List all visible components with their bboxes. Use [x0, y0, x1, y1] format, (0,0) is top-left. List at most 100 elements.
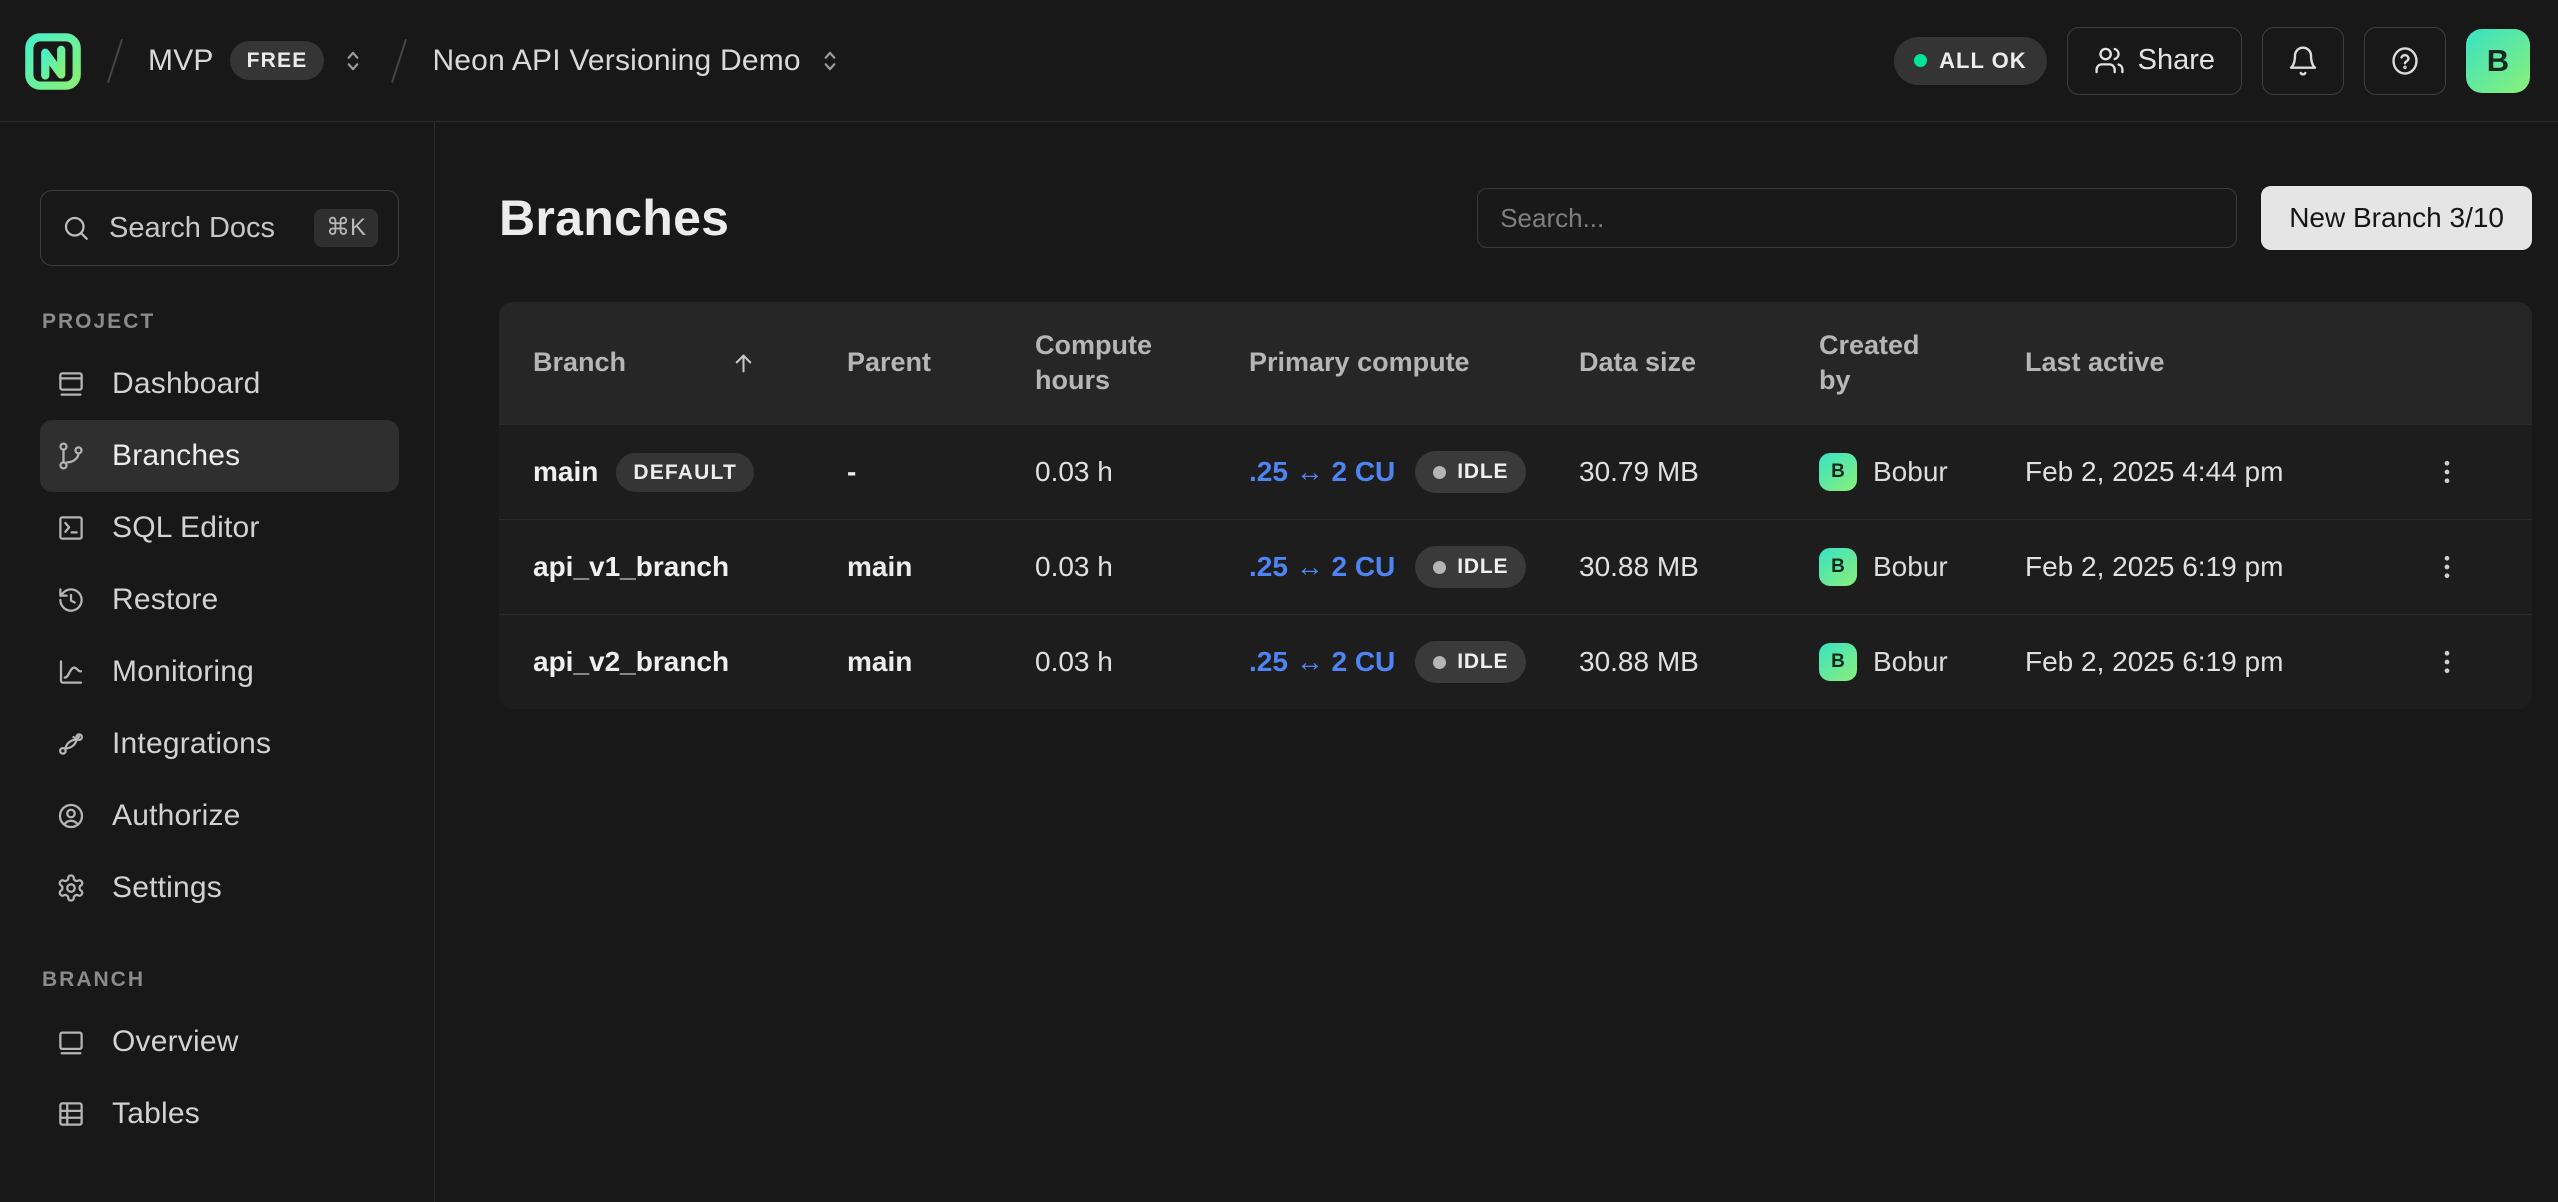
- terminal-icon: [56, 513, 86, 543]
- compute-status-badge: IDLE: [1415, 641, 1526, 683]
- user-avatar[interactable]: B: [2466, 29, 2530, 93]
- creator-avatar: B: [1819, 453, 1857, 491]
- compute-hours: 0.03 h: [1035, 456, 1249, 488]
- creator-name: Bobur: [1873, 551, 1948, 583]
- parent-branch: main: [847, 551, 1035, 583]
- top-header: MVP FREE Neon API Versioning Demo ALL OK: [0, 0, 2558, 122]
- column-header-primary-compute: Primary compute: [1249, 345, 1579, 380]
- chart-icon: [56, 657, 86, 687]
- last-active: Feb 2, 2025 6:19 pm: [2025, 646, 2395, 678]
- sidebar-item-label: Authorize: [112, 799, 241, 833]
- sidebar-item-monitoring[interactable]: Monitoring: [40, 636, 399, 708]
- shortcut-badge: ⌘K: [314, 209, 378, 247]
- table-row[interactable]: api_v1_branch main 0.03 h .25 ↔ 2 CU IDL…: [499, 519, 2532, 614]
- chevrons-up-down-icon[interactable]: [340, 48, 366, 74]
- dashboard-icon: [56, 369, 86, 399]
- column-header-created-by: Created by: [1819, 328, 2025, 398]
- data-size: 30.79 MB: [1579, 456, 1819, 488]
- sidebar-item-overview[interactable]: Overview: [40, 1006, 399, 1078]
- table-header-row: Branch Parent Compute hours Primary comp…: [499, 302, 2532, 424]
- sidebar-item-tables[interactable]: Tables: [40, 1078, 399, 1150]
- branch-search-input[interactable]: [1477, 188, 2237, 248]
- breadcrumb-separator: [391, 38, 407, 82]
- search-icon: [61, 213, 91, 243]
- row-menu-button[interactable]: [2425, 634, 2469, 690]
- sidebar-item-label: Overview: [112, 1025, 239, 1059]
- sidebar-item-label: Monitoring: [112, 655, 254, 689]
- breadcrumb-org[interactable]: MVP FREE: [148, 41, 366, 80]
- table-row[interactable]: api_v2_branch main 0.03 h .25 ↔ 2 CU IDL…: [499, 614, 2532, 709]
- help-button[interactable]: [2364, 27, 2446, 95]
- notifications-button[interactable]: [2262, 27, 2344, 95]
- org-name: MVP: [148, 44, 214, 78]
- share-label: Share: [2138, 44, 2215, 77]
- column-header-branch[interactable]: Branch: [533, 345, 847, 380]
- compute-range: .25 ↔ 2 CU: [1249, 646, 1395, 678]
- data-size: 30.88 MB: [1579, 551, 1819, 583]
- creator-avatar: B: [1819, 548, 1857, 586]
- share-button[interactable]: Share: [2067, 27, 2242, 95]
- breadcrumb-project[interactable]: Neon API Versioning Demo: [432, 44, 842, 78]
- breadcrumb-separator: [107, 38, 123, 82]
- compute-range: .25 ↔ 2 CU: [1249, 456, 1395, 488]
- sidebar-item-label: Branches: [112, 439, 240, 473]
- compute-hours: 0.03 h: [1035, 551, 1249, 583]
- sidebar-item-label: Integrations: [112, 727, 271, 761]
- status-ok-dot: [1914, 54, 1927, 67]
- data-size: 30.88 MB: [1579, 646, 1819, 678]
- bell-icon: [2287, 45, 2319, 77]
- idle-dot: [1433, 466, 1446, 479]
- table-row[interactable]: main DEFAULT - 0.03 h .25 ↔ 2 CU IDLE 30…: [499, 424, 2532, 519]
- search-docs-label: Search Docs: [109, 212, 296, 245]
- page-title: Branches: [499, 189, 729, 247]
- creator-name: Bobur: [1873, 456, 1948, 488]
- neon-logo[interactable]: [24, 29, 82, 93]
- column-header-data-size: Data size: [1579, 345, 1819, 380]
- help-icon: [2389, 45, 2421, 77]
- section-label-project: PROJECT: [42, 310, 399, 334]
- sidebar-item-label: SQL Editor: [112, 511, 260, 545]
- status-badge[interactable]: ALL OK: [1894, 37, 2046, 85]
- idle-label: IDLE: [1457, 650, 1508, 674]
- creator-name: Bobur: [1873, 646, 1948, 678]
- row-menu-button[interactable]: [2425, 444, 2469, 500]
- gear-icon: [56, 873, 86, 903]
- project-name: Neon API Versioning Demo: [432, 44, 800, 78]
- creator-avatar: B: [1819, 643, 1857, 681]
- status-label: ALL OK: [1939, 48, 2026, 74]
- sort-ascending-icon: [730, 350, 757, 377]
- search-docs-button[interactable]: Search Docs ⌘K: [40, 190, 399, 266]
- idle-dot: [1433, 561, 1446, 574]
- new-branch-button[interactable]: New Branch 3/10: [2261, 186, 2532, 250]
- idle-dot: [1433, 656, 1446, 669]
- sidebar-item-restore[interactable]: Restore: [40, 564, 399, 636]
- sidebar-item-label: Tables: [112, 1097, 200, 1131]
- table-icon: [56, 1099, 86, 1129]
- sidebar-item-branches[interactable]: Branches: [40, 420, 399, 492]
- sidebar: Search Docs ⌘K PROJECT Dashboard Branche…: [0, 122, 435, 1202]
- last-active: Feb 2, 2025 4:44 pm: [2025, 456, 2395, 488]
- compute-status-badge: IDLE: [1415, 546, 1526, 588]
- sidebar-item-sql-editor[interactable]: SQL Editor: [40, 492, 399, 564]
- row-menu-button[interactable]: [2425, 539, 2469, 595]
- compute-range: .25 ↔ 2 CU: [1249, 551, 1395, 583]
- default-badge: DEFAULT: [616, 453, 754, 492]
- parent-branch: main: [847, 646, 1035, 678]
- sidebar-item-dashboard[interactable]: Dashboard: [40, 348, 399, 420]
- column-header-parent: Parent: [847, 345, 1035, 380]
- column-header-last-active: Last active: [2025, 345, 2395, 380]
- section-label-branch: BRANCH: [42, 968, 399, 992]
- idle-label: IDLE: [1457, 460, 1508, 484]
- overview-icon: [56, 1027, 86, 1057]
- integrations-icon: [56, 729, 86, 759]
- last-active: Feb 2, 2025 6:19 pm: [2025, 551, 2395, 583]
- branch-name: api_v2_branch: [533, 646, 729, 678]
- sidebar-item-label: Dashboard: [112, 367, 261, 401]
- sidebar-item-integrations[interactable]: Integrations: [40, 708, 399, 780]
- idle-label: IDLE: [1457, 555, 1508, 579]
- users-icon: [2094, 45, 2125, 76]
- sidebar-item-settings[interactable]: Settings: [40, 852, 399, 924]
- plan-badge: FREE: [230, 41, 325, 80]
- sidebar-item-authorize[interactable]: Authorize: [40, 780, 399, 852]
- chevrons-up-down-icon[interactable]: [817, 48, 843, 74]
